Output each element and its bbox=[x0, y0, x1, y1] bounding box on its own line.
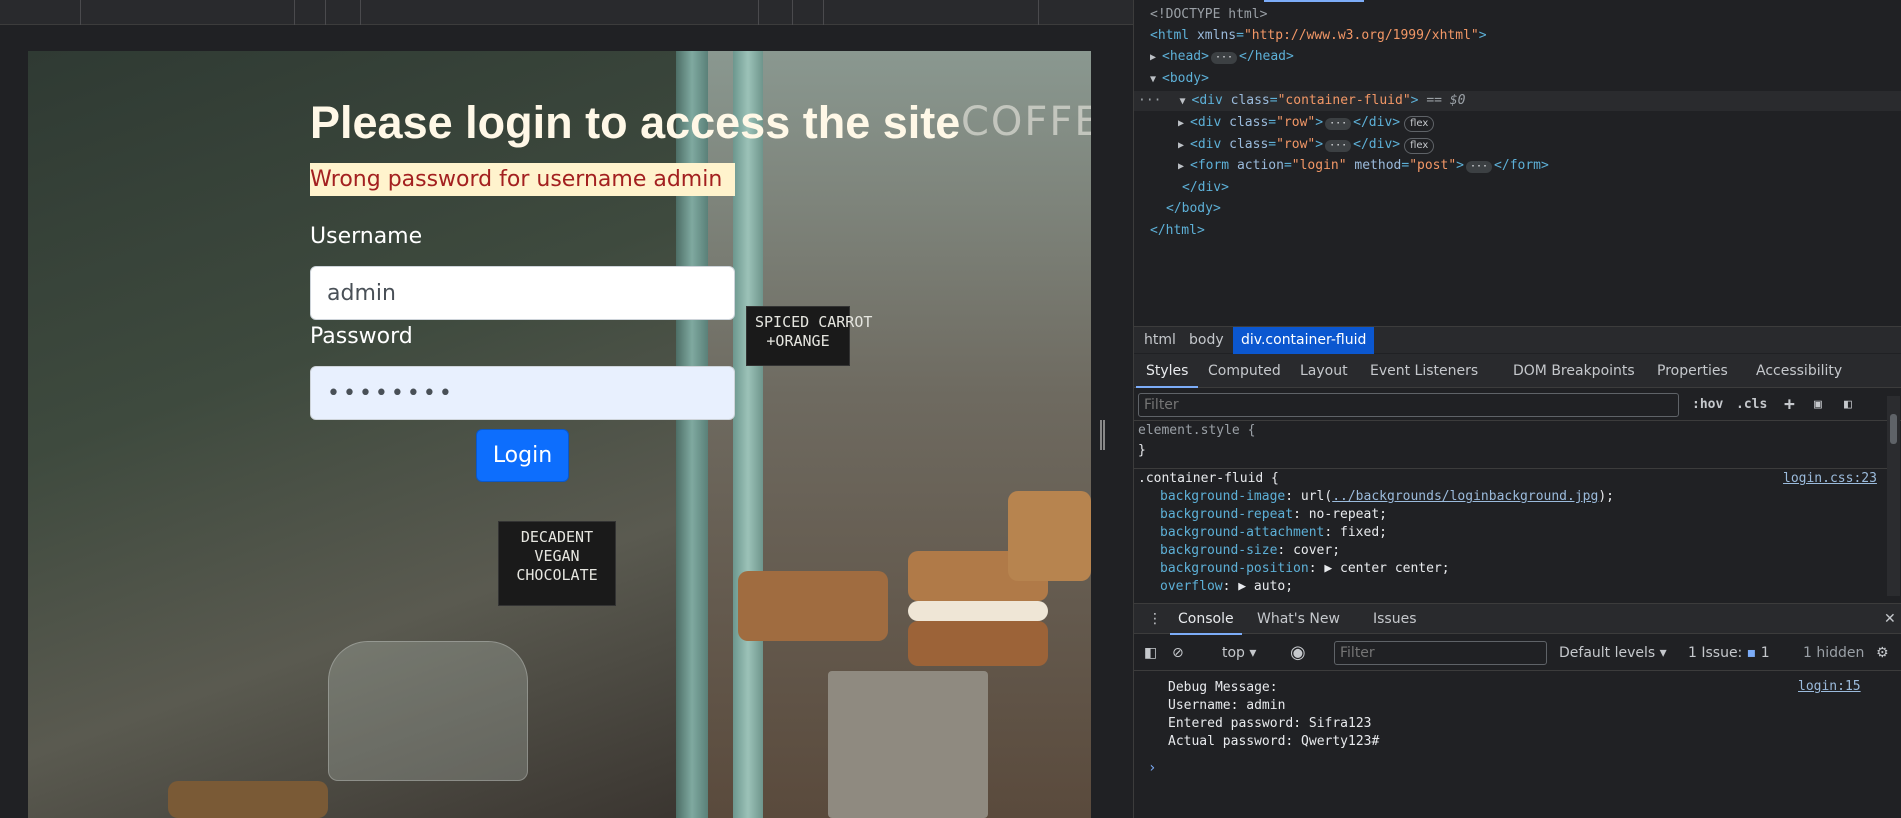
doctype-node[interactable]: <!DOCTYPE html> bbox=[1150, 5, 1267, 25]
css-property[interactable]: background-position: ▶ center center; bbox=[1160, 560, 1450, 578]
console-toolbar: ◧ ⊘ top ▾ ◉ Default levels ▾ 1 Issue: ▪ … bbox=[1134, 635, 1901, 671]
css-property[interactable]: background-attachment: fixed; bbox=[1160, 524, 1387, 542]
scrollbar-thumb[interactable] bbox=[1890, 414, 1897, 444]
spiced-carrot-sign: SPICED CARROT +ORANGE bbox=[746, 306, 872, 366]
container-fluid-selector[interactable]: .container-fluid { bbox=[1138, 470, 1279, 488]
login-page: COFFEE SPICED CARROT +ORANGE DECADENT VE… bbox=[28, 51, 1091, 818]
password-label: Password bbox=[310, 324, 413, 349]
login-button[interactable]: Login bbox=[476, 429, 569, 482]
cls-toggle[interactable]: .cls bbox=[1736, 393, 1767, 417]
breadcrumb-html[interactable]: html bbox=[1136, 327, 1184, 354]
close-drawer-icon[interactable]: ✕ bbox=[1876, 604, 1901, 635]
console-source-link[interactable]: login:15 bbox=[1798, 679, 1861, 694]
drawer-tabs: ⋮ Console What's New Issues ✕ bbox=[1134, 603, 1901, 635]
settings-gear-icon[interactable]: ⚙ bbox=[1876, 635, 1889, 671]
flex-badge[interactable]: flex bbox=[1404, 116, 1435, 132]
hov-toggle[interactable]: :hov bbox=[1692, 393, 1723, 417]
tab-event-listeners[interactable]: Event Listeners bbox=[1360, 354, 1488, 388]
css-property[interactable]: background-repeat: no-repeat; bbox=[1160, 506, 1387, 524]
console-prompt-icon[interactable]: › bbox=[1148, 760, 1156, 776]
tab-dom-breakpoints[interactable]: DOM Breakpoints bbox=[1503, 354, 1645, 388]
hidden-count: 1 hidden bbox=[1803, 645, 1865, 661]
drawer-menu-icon[interactable]: ⋮ bbox=[1140, 604, 1170, 635]
tab-whats-new[interactable]: What's New bbox=[1249, 604, 1348, 635]
tab-layout[interactable]: Layout bbox=[1290, 354, 1358, 388]
styles-pane: element.style { } .container-fluid { log… bbox=[1134, 422, 1901, 602]
css-property[interactable]: background-size: cover; bbox=[1160, 542, 1340, 560]
cake-image bbox=[1008, 491, 1091, 581]
tab-console[interactable]: Console bbox=[1170, 604, 1242, 635]
devtools-panel: <!DOCTYPE html> <html xmlns="http://www.… bbox=[1133, 0, 1901, 818]
password-input[interactable] bbox=[310, 366, 735, 420]
elements-tree: <!DOCTYPE html> <html xmlns="http://www.… bbox=[1134, 0, 1901, 325]
tab-issues[interactable]: Issues bbox=[1365, 604, 1425, 635]
clear-console-icon[interactable]: ⊘ bbox=[1172, 635, 1184, 671]
device-ruler bbox=[0, 0, 1133, 25]
form-node[interactable]: ▶ <form action="login" method="post"> ··· <… bbox=[1178, 156, 1549, 176]
css-property[interactable]: background-image: url(../backgrounds/log… bbox=[1160, 488, 1614, 506]
eye-icon[interactable]: ◉ bbox=[1290, 635, 1306, 671]
cake-image bbox=[908, 621, 1048, 666]
flex-badge[interactable]: flex bbox=[1404, 138, 1435, 154]
rule-divider bbox=[1134, 468, 1892, 469]
glass-dome bbox=[328, 641, 528, 781]
page-title: Please login to access the site bbox=[310, 97, 961, 148]
viewport-resize-handle[interactable] bbox=[1100, 420, 1105, 450]
element-style-close: } bbox=[1138, 443, 1146, 458]
paint-icon[interactable]: ▣ bbox=[1814, 393, 1822, 417]
css-property[interactable]: overflow: ▶ auto; bbox=[1160, 578, 1293, 596]
console-filter-input[interactable] bbox=[1334, 641, 1547, 665]
body-node[interactable]: ▼ <body> bbox=[1150, 69, 1209, 89]
issues-counter[interactable]: 1 Issue: ▪ 1 bbox=[1688, 635, 1770, 671]
username-label: Username bbox=[310, 224, 423, 249]
tab-styles[interactable]: Styles bbox=[1136, 354, 1199, 388]
browser-viewport-area: COFFEE SPICED CARROT +ORANGE DECADENT VE… bbox=[0, 0, 1133, 818]
body-close-tag[interactable]: </body> bbox=[1166, 199, 1221, 219]
cake-image bbox=[168, 781, 328, 818]
html-close-tag[interactable]: </html> bbox=[1150, 221, 1205, 241]
stool bbox=[828, 671, 988, 818]
html-node[interactable]: <html xmlns="http://www.w3.org/1999/xhtm… bbox=[1150, 26, 1487, 46]
sidebar-tabs: Styles Computed Layout Event Listeners D… bbox=[1134, 354, 1901, 388]
breadcrumb: html body div.container-fluid bbox=[1134, 326, 1901, 354]
console-message: Username: admin bbox=[1168, 698, 1286, 713]
console-message: Debug Message: bbox=[1168, 680, 1278, 695]
css-source-link[interactable]: login.css:23 bbox=[1783, 470, 1877, 488]
row-node[interactable]: ▶ <div class="row"> ··· </div> flex bbox=[1178, 113, 1435, 133]
error-message: Wrong password for username admin bbox=[310, 163, 735, 196]
breadcrumb-body[interactable]: body bbox=[1181, 327, 1232, 354]
element-style-selector[interactable]: element.style { bbox=[1138, 422, 1255, 440]
coffee-sign: COFFEE bbox=[961, 99, 1091, 145]
styles-toolbar: :hov .cls + ▣ ◧ bbox=[1134, 389, 1901, 421]
log-levels-select[interactable]: Default levels ▾ bbox=[1559, 635, 1667, 671]
sidebar-toggle-icon[interactable]: ◧ bbox=[1144, 635, 1157, 671]
tab-accessibility[interactable]: Accessibility bbox=[1746, 354, 1852, 388]
row-node[interactable]: ▶ <div class="row"> ··· </div> flex bbox=[1178, 135, 1435, 155]
cake-image bbox=[738, 571, 888, 641]
breadcrumb-container-fluid[interactable]: div.container-fluid bbox=[1233, 327, 1375, 354]
console-message: Entered password: Sifra123 bbox=[1168, 716, 1372, 731]
context-select[interactable]: top ▾ bbox=[1222, 635, 1256, 671]
tab-computed[interactable]: Computed bbox=[1198, 354, 1291, 388]
container-fluid-node[interactable]: ··· ▼ <div class="container-fluid"> == $0 bbox=[1134, 91, 1901, 111]
console-message: Actual password: Qwerty123# bbox=[1168, 734, 1380, 749]
cake-image bbox=[908, 601, 1048, 621]
head-node[interactable]: ▶ <head> ··· </head> bbox=[1150, 47, 1294, 67]
tab-properties[interactable]: Properties bbox=[1647, 354, 1738, 388]
styles-filter-input[interactable] bbox=[1138, 393, 1679, 417]
window-frame bbox=[733, 51, 763, 818]
username-input[interactable] bbox=[310, 266, 735, 320]
container-close-tag[interactable]: </div> bbox=[1182, 178, 1229, 198]
toggle-sidebar-icon[interactable]: ◧ bbox=[1844, 393, 1852, 417]
vegan-chocolate-sign: DECADENT VEGAN CHOCOLATE bbox=[498, 521, 616, 606]
styles-scrollbar[interactable] bbox=[1887, 396, 1900, 596]
add-rule-icon[interactable]: + bbox=[1784, 393, 1795, 417]
